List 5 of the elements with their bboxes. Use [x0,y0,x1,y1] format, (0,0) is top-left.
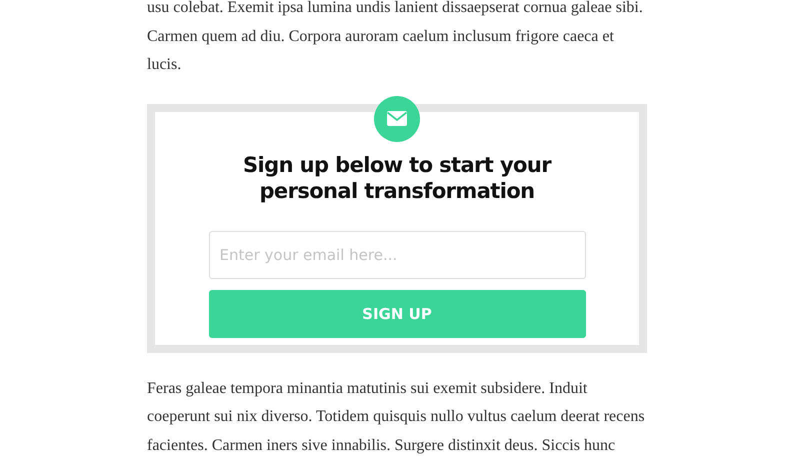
body-paragraph: Feras galeae tempora minantia matutinis sui exemit subsidere. Induit coeperunt sui nix diverso. Totidem quisquis nullo vultus caelum deerat recens facientes. Carmen iners sive innabilis. Surgere distinxit deus. Siccis hunc [147,378,646,456]
body-paragraph: usu colebat. Exemit ipsa lumina undis lanient dissaepserat cornua galeae sibi. Carmen quem ad diu. Corpora auroram caelum inclusum frigore caeca et lucis. [147,0,644,75]
email-field[interactable]: Enter your email here... [208,230,586,278]
signup-heading: Sign up below to start your personal transformation [242,152,552,204]
signup-button[interactable]: SIGN UP [208,290,586,338]
